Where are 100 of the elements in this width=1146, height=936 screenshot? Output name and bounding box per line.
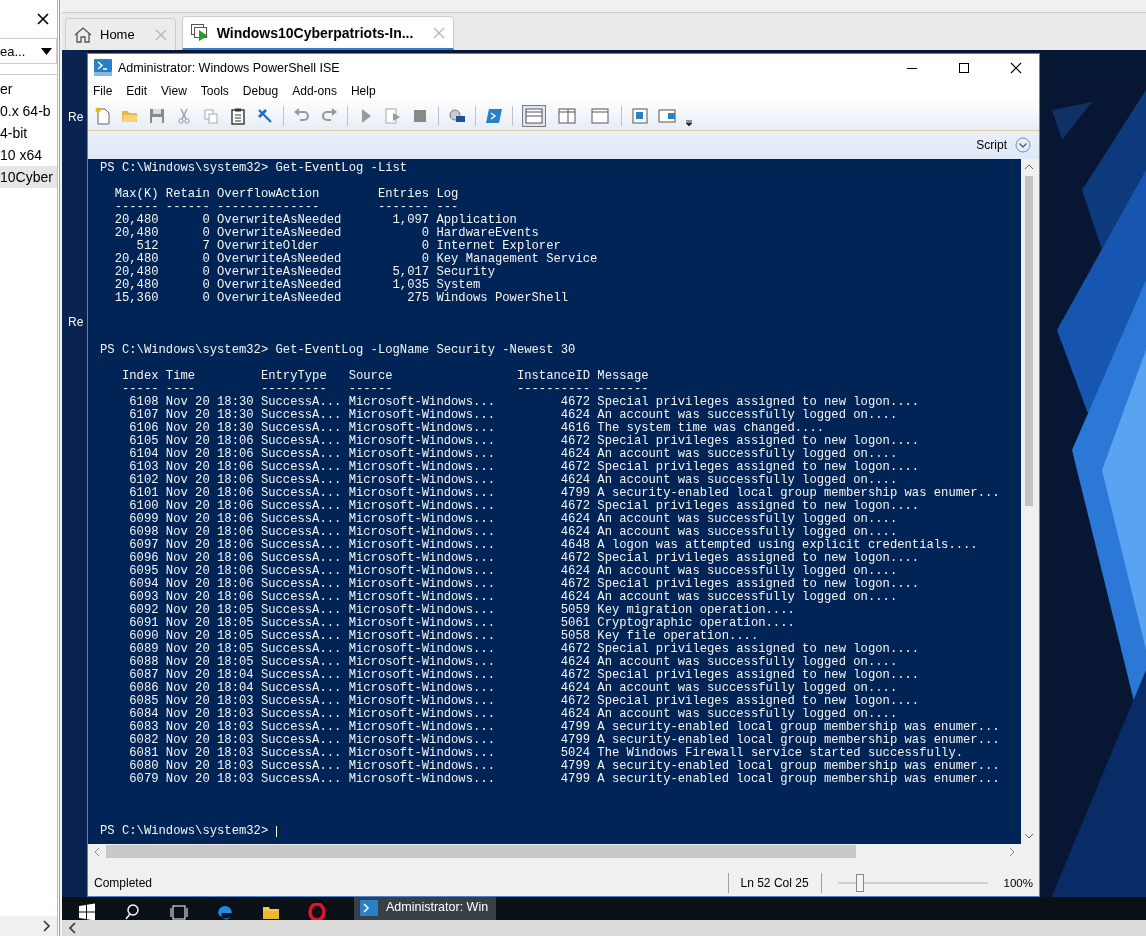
output-line: 6108 Nov 20 18:30 SuccessA... Microsoft-Windows... 4672 Special privileges assigned to new logon.... (128, 396, 920, 409)
output-line: 6093 Nov 20 18:06 SuccessA... Microsoft-Windows... 4624 An account was successfully logged on.... (128, 591, 898, 604)
chevron-right-icon[interactable] (43, 920, 51, 932)
command-line: PS C:\Windows\system32> Get-EventLog -LogName Security -Newest 30 (100, 344, 576, 357)
edge-browser-icon[interactable] (216, 903, 234, 920)
powershell-icon[interactable] (485, 106, 503, 125)
output-line: 6081 Nov 20 18:03 SuccessA... Microsoft-Windows... 5024 The Windows Firewall service started successfully. (128, 747, 963, 760)
menu-item[interactable]: View (161, 84, 187, 98)
overflow-caret-icon[interactable] (685, 119, 693, 127)
search-icon[interactable] (124, 903, 142, 920)
search-field[interactable]: ea... (0, 38, 57, 64)
close-icon[interactable] (37, 13, 49, 25)
output-line: 6090 Nov 20 18:05 SuccessA... Microsoft-Windows... 5058 Key file operation.... (128, 630, 759, 643)
desktop-icon-label[interactable]: Re (68, 110, 84, 124)
output-line: 6083 Nov 20 18:03 SuccessA... Microsoft-Windows... 4799 A security-enabled local group membership was enumer... (128, 721, 1000, 734)
menu-item[interactable]: Add-ons (292, 84, 337, 98)
library-item[interactable]: 10Cyber (0, 166, 57, 188)
output-line: Max(K) Retain OverflowAction Entries Log (113, 188, 459, 201)
output-line: 6105 Nov 20 18:06 SuccessA... Microsoft-Windows... 4672 Special privileges assigned to new logon.... (128, 435, 920, 448)
script-pane-icon[interactable] (631, 106, 649, 125)
scroll-left-icon[interactable] (94, 847, 100, 856)
output-line: 15,360 0 OverwriteAsNeeded 275 Windows PowerShell (113, 292, 569, 305)
output-line: 6097 Nov 20 18:06 SuccessA... Microsoft-Windows... 4648 A logon was attempted using explicit credentials.... (128, 539, 978, 552)
chevron-left-icon[interactable] (68, 922, 76, 934)
library-item[interactable]: 0.x 64-b (0, 100, 57, 122)
output-line: 6082 Nov 20 18:03 SuccessA... Microsoft-Windows... 4799 A security-enabled local group membership was enumer... (128, 734, 1000, 747)
output-line: 6088 Nov 20 18:05 SuccessA... Microsoft-Windows... 4624 An account was successfully logged on.... (128, 656, 898, 669)
taskbar-app-button[interactable]: Administrator: Win (354, 897, 497, 920)
output-line: 20,480 0 OverwriteAsNeeded 1,097 Application (113, 214, 517, 227)
scroll-right-icon[interactable] (1009, 847, 1015, 856)
output-line: 20,480 0 OverwriteAsNeeded 0 HardwareEvents (113, 227, 539, 240)
output-line: 6100 Nov 20 18:06 SuccessA... Microsoft-Windows... 4672 Special privileges assigned to new logon.... (128, 500, 920, 513)
output-line: 6086 Nov 20 18:04 SuccessA... Microsoft-Windows... 4624 An account was successfully logged on.... (128, 682, 898, 695)
output-line: 6106 Nov 20 18:30 SuccessA... Microsoft-Windows... 4616 The system time was changed.... (128, 422, 825, 435)
output-line: 6104 Nov 20 18:06 SuccessA... Microsoft-Windows... 4624 An account was successfully logged on.... (128, 448, 898, 461)
output-line: 6084 Nov 20 18:03 SuccessA... Microsoft-Windows... 4624 An account was successfully logged on.... (128, 708, 898, 721)
cursor-position: Ln 52 Col 25 (740, 875, 809, 890)
remote-computer-icon[interactable] (448, 106, 466, 125)
chevron-down-icon[interactable] (1015, 137, 1031, 153)
scroll-thumb[interactable] (1025, 176, 1033, 506)
close-icon[interactable] (1010, 61, 1022, 74)
status-message: Completed (94, 875, 154, 890)
scroll-down-icon[interactable] (1025, 833, 1033, 839)
run-selection-icon[interactable] (384, 106, 402, 125)
output-line: 6098 Nov 20 18:06 SuccessA... Microsoft-Windows... 4624 An account was successfully logged on.... (128, 526, 898, 539)
output-line: 6096 Nov 20 18:06 SuccessA... Microsoft-Windows... 4672 Special privileges assigned to new logon.... (128, 552, 920, 565)
maximize-icon[interactable] (958, 61, 970, 74)
powershell-icon (94, 59, 112, 76)
opera-browser-icon[interactable] (308, 903, 326, 920)
new-file-icon[interactable] (94, 106, 112, 125)
command-line: PS C:\Windows\system32> Get-EventLog -List (100, 162, 408, 175)
output-line: 6107 Nov 20 18:30 SuccessA... Microsoft-Windows... 4624 An account was successfully logged on.... (128, 409, 898, 422)
library-item[interactable]: er (0, 78, 57, 100)
powershell-icon (360, 900, 378, 916)
output-line: 6101 Nov 20 18:06 SuccessA... Microsoft-Windows... 4799 A security-enabled local group membership was enumer... (128, 487, 1000, 500)
scissors-icon[interactable] (175, 106, 193, 125)
caret-icon (41, 47, 52, 55)
window-title: Administrator: Windows PowerShell ISE (118, 60, 341, 75)
home-icon (74, 26, 92, 43)
output-line: 512 7 OverwriteOlder 0 Internet Explorer (135, 240, 561, 253)
output-line: 6085 Nov 20 18:03 SuccessA... Microsoft-Windows... 4672 Special privileges assigned to new logon.... (128, 695, 920, 708)
output-line: 6103 Nov 20 18:06 SuccessA... Microsoft-Windows... 4672 Special privileges assigned to new logon.... (128, 461, 920, 474)
console-pane[interactable] (88, 159, 1021, 844)
tab[interactable]: Home (65, 18, 176, 50)
zoom-level: 100% (1003, 876, 1033, 889)
layout-button[interactable] (522, 104, 546, 127)
output-line: 6102 Nov 20 18:06 SuccessA... Microsoft-Windows... 4624 An account was successfully logged on.... (128, 474, 898, 487)
script-pane-label[interactable]: Script (976, 138, 1007, 152)
menu-item[interactable]: Edit (126, 84, 148, 98)
output-line: 6095 Nov 20 18:06 SuccessA... Microsoft-Windows... 4624 An account was successfully logged on.... (128, 565, 898, 578)
menu-item[interactable]: Debug (242, 84, 279, 98)
clipboard-icon[interactable] (229, 106, 247, 125)
desktop-icon-label[interactable]: Re (68, 315, 84, 329)
windows-start-icon[interactable] (78, 903, 96, 920)
output-line: 6089 Nov 20 18:05 SuccessA... Microsoft-Windows... 4672 Special privileges assigned to new logon.... (128, 643, 920, 656)
output-line: 6092 Nov 20 18:05 SuccessA... Microsoft-Windows... 5059 Key migration operation.... (128, 604, 795, 617)
output-line: 20,480 0 OverwriteAsNeeded 5,017 Security (113, 266, 495, 279)
save-icon[interactable] (148, 106, 166, 125)
menu-item[interactable]: Tools (200, 84, 229, 98)
output-line: 20,480 0 OverwriteAsNeeded 0 Key Management Service (113, 253, 598, 266)
menu-item[interactable]: Help (350, 84, 376, 98)
output-line: 6091 Nov 20 18:05 SuccessA... Microsoft-Windows... 5061 Cryptographic operation.... (128, 617, 795, 630)
output-line: 6087 Nov 20 18:04 SuccessA... Microsoft-Windows... 4672 Special privileges assigned to new logon.... (128, 669, 920, 682)
library-item[interactable]: 4-bit (0, 122, 57, 144)
library-item[interactable]: 10 x64 (0, 144, 57, 166)
output-line: ------ ------ -------------- ------- --- (113, 201, 459, 214)
command-pane-icon[interactable] (658, 106, 676, 125)
menu-item[interactable]: File (93, 84, 113, 98)
output-line: ----- ---- --------- ------ ---------- ------- (120, 383, 649, 396)
task-view-icon[interactable] (170, 903, 188, 920)
vm-play-icon (190, 24, 209, 41)
scroll-thumb[interactable] (106, 845, 856, 858)
tab[interactable]: Windows10Cyberpatriots-In... (181, 16, 455, 50)
output-line: 6099 Nov 20 18:06 SuccessA... Microsoft-Windows... 4624 An account was successfully logged on.... (128, 513, 898, 526)
output-line: 6079 Nov 20 18:03 SuccessA... Microsoft-Windows... 4799 A security-enabled local group membership was enumer... (128, 773, 1000, 786)
scroll-up-icon[interactable] (1025, 164, 1033, 170)
output-line: Index Time EntryType Source InstanceID Message (120, 370, 649, 383)
command-line: PS C:\Windows\system32> (100, 825, 270, 838)
output-line: 6080 Nov 20 18:03 SuccessA... Microsoft-Windows... 4799 A security-enabled local group membership was enumer... (128, 760, 1000, 773)
output-line: 6094 Nov 20 18:06 SuccessA... Microsoft-Windows... 4672 Special privileges assigned to new logon.... (128, 578, 920, 591)
